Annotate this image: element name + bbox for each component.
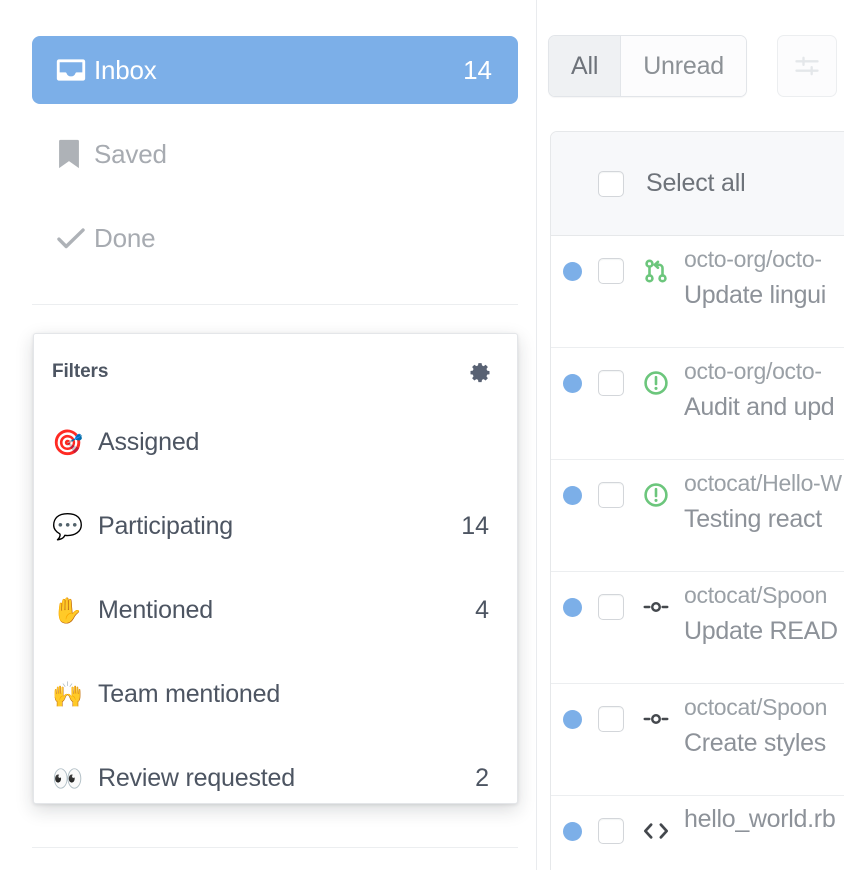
unread-dot [563, 262, 582, 281]
tab-all[interactable]: All [549, 36, 621, 96]
sidebar: Inbox 14 Saved Done [0, 0, 537, 870]
notification-row[interactable]: octocat/Spoon Update READ [551, 572, 844, 684]
list-header: Select all [551, 132, 844, 236]
commit-icon [643, 594, 669, 620]
sidebar-item-label: Saved [94, 139, 492, 170]
filter-item-label: Participating [98, 512, 461, 541]
row-checkbox[interactable] [598, 482, 624, 508]
raising-hands-emoji: 🙌 [52, 682, 98, 707]
bookmark-icon [54, 137, 94, 171]
notification-text: octocat/Spoon Create styles [684, 690, 844, 762]
raised-hand-emoji: ✋ [52, 598, 98, 623]
commit-icon [643, 706, 669, 732]
sidebar-divider-bottom [32, 847, 518, 848]
notification-row[interactable]: octo-org/octo- Audit and upd [551, 348, 844, 460]
notification-text: octocat/Hello-W Testing react [684, 466, 844, 538]
notification-row[interactable]: octocat/Hello-W Testing react [551, 460, 844, 572]
filter-item-label: Review requested [98, 764, 475, 793]
filter-item-count: 4 [475, 596, 489, 625]
dart-emoji: 🎯 [52, 430, 98, 455]
notification-title: Testing react [684, 505, 822, 533]
notification-title: Update lingui [684, 281, 826, 309]
gear-icon[interactable] [465, 357, 495, 387]
tab-group: All Unread [548, 35, 747, 97]
notification-text: octo-org/octo- Audit and upd [684, 354, 844, 426]
unread-dot [563, 374, 582, 393]
row-checkbox[interactable] [598, 258, 624, 284]
eyes-emoji: 👀 [52, 766, 98, 791]
pull-request-icon [643, 258, 669, 284]
notifications-pane: All Unread Select all [538, 0, 844, 870]
filter-item-count: 14 [461, 512, 489, 541]
row-checkbox[interactable] [598, 370, 624, 396]
check-icon [54, 221, 94, 255]
filters-title: Filters [52, 361, 108, 383]
unread-dot [563, 710, 582, 729]
sidebar-item-label: Inbox [94, 55, 463, 86]
issue-open-icon [643, 370, 669, 396]
filters-panel: Filters 🎯 Assigned 💬 Participating 14 [33, 333, 518, 804]
select-all-checkbox[interactable] [598, 171, 624, 197]
code-icon [643, 818, 669, 844]
notification-repo: octocat/Spoon [684, 694, 827, 720]
notification-repo: octocat/Hello-W [684, 470, 842, 496]
filter-item-label: Mentioned [98, 596, 475, 625]
row-checkbox[interactable] [598, 818, 624, 844]
row-checkbox[interactable] [598, 594, 624, 620]
filter-item-mentioned[interactable]: ✋ Mentioned 4 [34, 568, 517, 652]
unread-dot [563, 822, 582, 841]
notification-row[interactable]: octocat/Spoon Create styles [551, 684, 844, 796]
notification-repo: hello_world.rb [684, 805, 835, 833]
sidebar-item-inbox[interactable]: Inbox 14 [32, 36, 518, 104]
sidebar-item-label: Done [94, 223, 492, 254]
sidebar-item-count: 14 [463, 55, 492, 86]
filter-item-team-mentioned[interactable]: 🙌 Team mentioned [34, 652, 517, 736]
notification-title: Create styles [684, 729, 826, 757]
issue-open-icon [643, 482, 669, 508]
speech-balloon-emoji: 💬 [52, 514, 98, 539]
tab-bar: All Unread [548, 35, 837, 97]
filter-item-participating[interactable]: 💬 Participating 14 [34, 484, 517, 568]
filter-item-review-requested[interactable]: 👀 Review requested 2 [34, 736, 517, 804]
notification-row[interactable]: hello_world.rb [551, 796, 844, 870]
inbox-icon [54, 53, 94, 87]
filter-item-label: Assigned [98, 428, 489, 457]
unread-dot [563, 598, 582, 617]
notifications-list: Select all octo-org/octo- Update lingui [550, 131, 844, 870]
notification-row[interactable]: octo-org/octo- Update lingui [551, 236, 844, 348]
notification-repo: octocat/Spoon [684, 582, 827, 608]
tab-unread[interactable]: Unread [621, 36, 746, 96]
notification-text: hello_world.rb [684, 802, 844, 836]
unread-dot [563, 486, 582, 505]
filter-item-assigned[interactable]: 🎯 Assigned [34, 400, 517, 484]
sidebar-item-saved[interactable]: Saved [32, 120, 518, 188]
select-all-label: Select all [646, 169, 745, 198]
notifications-screen: Inbox 14 Saved Done [0, 0, 844, 870]
filter-item-label: Team mentioned [98, 680, 489, 709]
row-checkbox[interactable] [598, 706, 624, 732]
notification-text: octocat/Spoon Update READ [684, 578, 844, 650]
filters-panel-header: Filters [34, 334, 517, 410]
notification-repo: octo-org/octo- [684, 246, 822, 272]
sliders-icon[interactable] [777, 35, 837, 97]
notification-text: octo-org/octo- Update lingui [684, 242, 844, 314]
notification-repo: octo-org/octo- [684, 358, 822, 384]
filter-item-count: 2 [475, 764, 489, 793]
sidebar-divider-top [32, 304, 518, 305]
notification-title: Audit and upd [684, 393, 834, 421]
notification-title: Update READ [684, 617, 838, 645]
sidebar-item-done[interactable]: Done [32, 204, 518, 272]
